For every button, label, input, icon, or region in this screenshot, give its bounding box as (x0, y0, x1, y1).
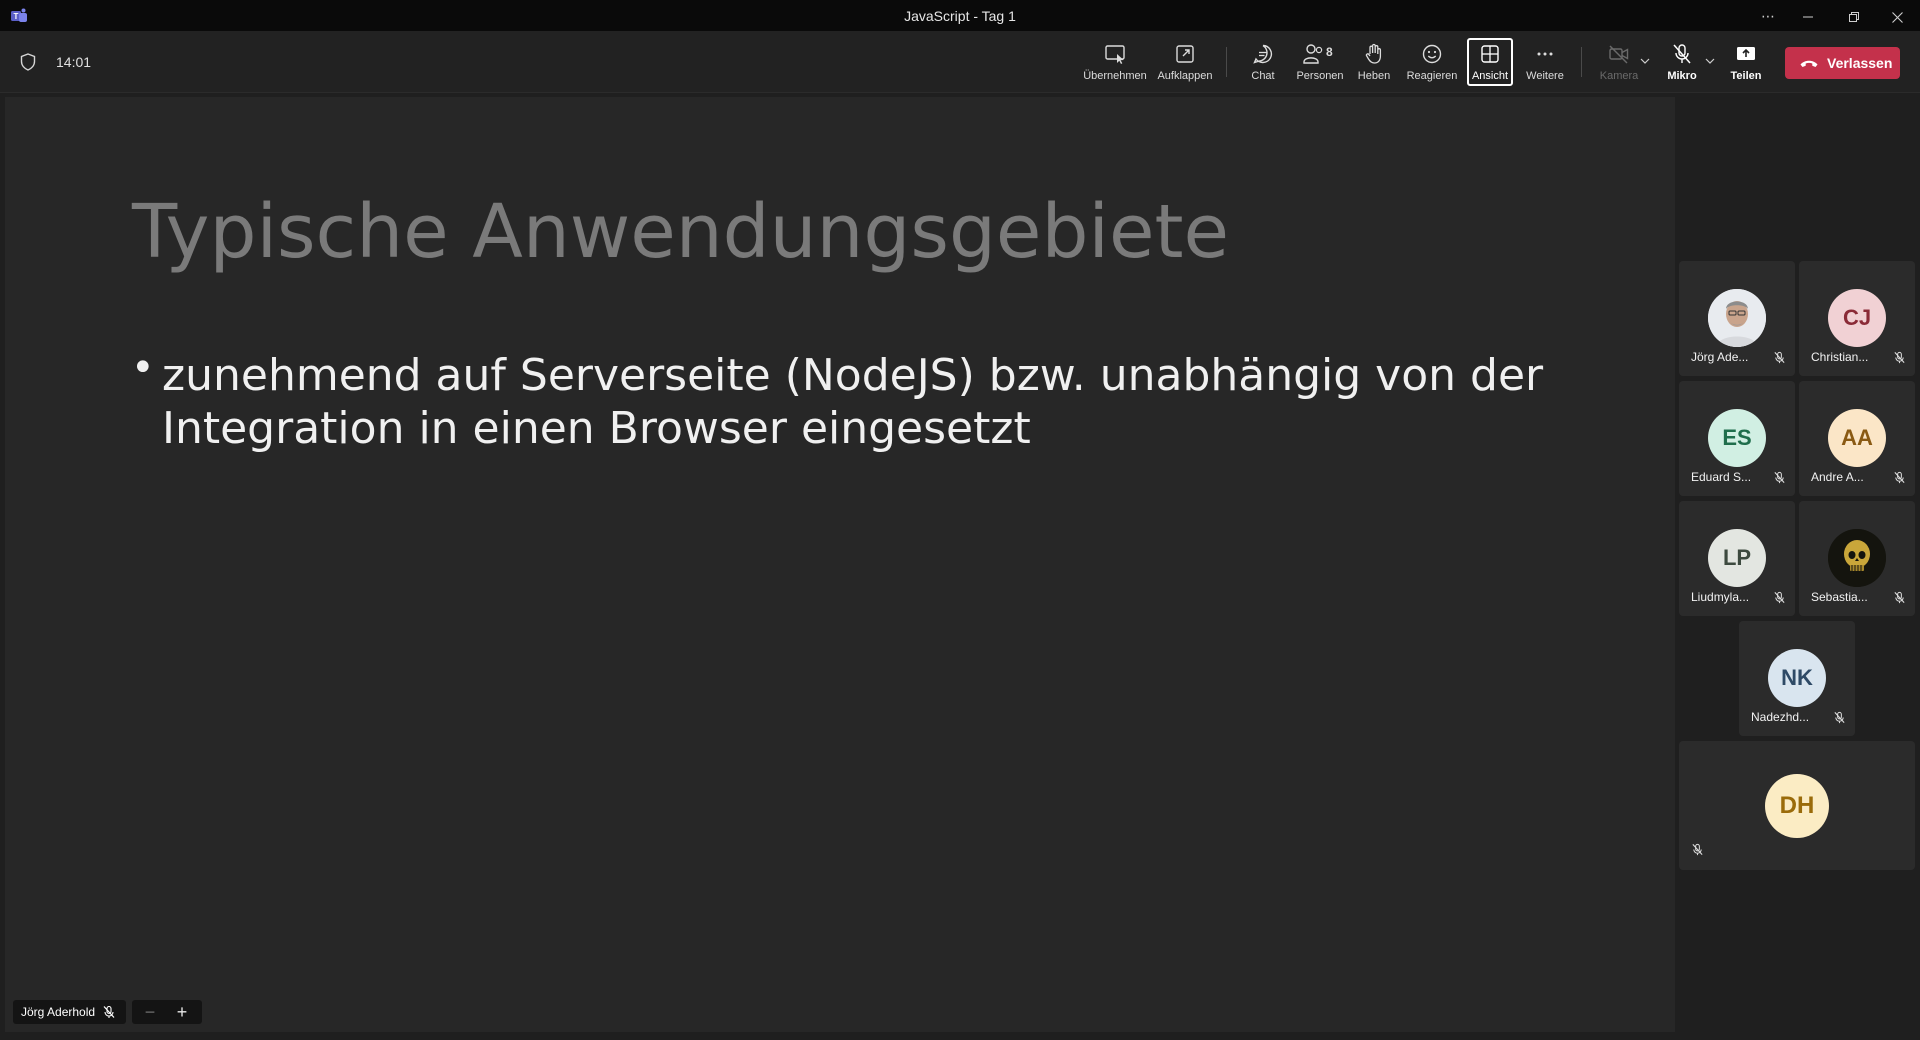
participant-tile[interactable]: NK Nadezhd... (1739, 621, 1855, 736)
mic-muted-icon (103, 1005, 115, 1018)
chat-icon (1253, 44, 1273, 64)
camera-off-icon (1609, 45, 1629, 64)
view-label: Ansicht (1471, 70, 1509, 82)
hang-up-icon (1800, 60, 1818, 67)
mic-muted-icon (1774, 471, 1785, 484)
people-icon (1303, 44, 1323, 64)
participant-name: Liudmyla... (1691, 590, 1750, 604)
pop-out-button[interactable]: Aufklappen (1152, 38, 1218, 86)
participant-name: Andre A... (1811, 470, 1864, 484)
share-label: Teilen (1730, 70, 1762, 82)
take-control-label: Übernehmen (1083, 70, 1147, 82)
toolbar-divider (1581, 47, 1582, 77)
slide-title: Typische Anwendungsgebiete (132, 189, 1230, 275)
participant-name: Eduard S... (1691, 470, 1752, 484)
participant-name: Sebastia... (1811, 590, 1868, 604)
view-button[interactable]: Ansicht (1467, 38, 1513, 86)
people-count: 8 (1326, 45, 1333, 59)
pop-out-label: Aufklappen (1157, 70, 1213, 82)
participant-tile[interactable]: AA Andre A... (1799, 381, 1915, 496)
toolbar-divider (1226, 47, 1227, 77)
shield-icon (20, 53, 36, 71)
camera-options-chevron-icon[interactable] (1640, 57, 1650, 65)
people-button[interactable]: 8 Personen (1292, 38, 1348, 86)
participant-avatar: LP (1708, 529, 1766, 587)
smiley-icon (1422, 44, 1442, 64)
camera-button[interactable]: Kamera (1594, 38, 1644, 86)
participant-avatar: ES (1708, 409, 1766, 467)
raise-hand-label: Heben (1357, 70, 1391, 82)
mic-muted-icon (1692, 843, 1703, 856)
mic-options-chevron-icon[interactable] (1705, 57, 1715, 65)
mic-button[interactable]: Mikro (1657, 38, 1707, 86)
presenter-name-tag: Jörg Aderhold (13, 1000, 127, 1024)
leave-button[interactable]: Verlassen (1785, 47, 1900, 79)
slide-bullet: zunehmend auf Serverseite (NodeJS) bzw. … (162, 350, 1544, 454)
minimize-button[interactable] (1792, 4, 1824, 28)
mic-muted-icon (1774, 591, 1785, 604)
take-control-button[interactable]: Übernehmen (1082, 38, 1148, 86)
mic-muted-icon (1894, 471, 1905, 484)
pop-out-icon (1176, 45, 1194, 63)
zoom-controls: − + (132, 1000, 202, 1024)
mic-off-icon (1673, 44, 1691, 64)
participant-tile[interactable]: CJ Christian... (1799, 261, 1915, 376)
chat-label: Chat (1251, 70, 1275, 82)
skull-avatar-icon (1828, 529, 1886, 587)
participant-name: Nadezhd... (1751, 710, 1810, 724)
react-label: Reagieren (1406, 70, 1458, 82)
chat-button[interactable]: Chat (1238, 38, 1288, 86)
window-title: JavaScript - Tag 1 (904, 8, 1016, 24)
participant-tile[interactable]: LP Liudmyla... (1679, 501, 1795, 616)
mic-muted-icon (1894, 591, 1905, 604)
participant-name: Christian... (1811, 350, 1869, 364)
participant-avatar: NK (1768, 649, 1826, 707)
participant-avatar: DH (1765, 774, 1829, 838)
react-button[interactable]: Reagieren (1402, 38, 1462, 86)
camera-label: Kamera (1599, 70, 1639, 82)
more-horizontal-icon (1537, 52, 1553, 56)
more-label: Weitere (1526, 70, 1564, 82)
raise-hand-icon (1365, 43, 1382, 64)
more-options-icon[interactable]: ⋯ (1752, 4, 1784, 28)
meeting-toolbar: 14:01 Übernehmen Aufklappen Chat 8 Perso… (0, 31, 1920, 93)
participant-photo (1828, 529, 1886, 587)
participant-avatar: CJ (1828, 289, 1886, 347)
person-photo-icon (1708, 289, 1766, 347)
raise-hand-button[interactable]: Heben (1352, 38, 1396, 86)
participant-tile[interactable]: Jörg Ade... (1679, 261, 1795, 376)
zoom-out-button[interactable]: − (135, 1001, 165, 1023)
title-bar: T JavaScript - Tag 1 ⋯ (0, 0, 1920, 31)
more-button[interactable]: Weitere (1520, 38, 1570, 86)
share-screen-icon (1737, 47, 1755, 60)
self-view-tile[interactable]: DH (1679, 741, 1915, 870)
presenter-name: Jörg Aderhold (21, 1005, 96, 1019)
grid-view-icon (1481, 45, 1499, 63)
participant-avatar: AA (1828, 409, 1886, 467)
mic-muted-icon (1834, 711, 1845, 724)
mic-muted-icon (1774, 351, 1785, 364)
bullet-marker: • (131, 345, 155, 391)
people-label: Personen (1296, 70, 1344, 82)
mic-muted-icon (1894, 351, 1905, 364)
share-button[interactable]: Teilen (1722, 38, 1770, 86)
restore-button[interactable] (1838, 4, 1870, 28)
participant-name: Jörg Ade... (1691, 350, 1749, 364)
take-control-icon (1105, 45, 1125, 64)
close-window-button[interactable] (1881, 4, 1913, 28)
participant-tile[interactable]: ES Eduard S... (1679, 381, 1795, 496)
mic-label: Mikro (1667, 70, 1697, 82)
shared-slide-stage: Typische Anwendungsgebiete • zunehmend a… (5, 97, 1675, 1032)
zoom-in-button[interactable]: + (167, 1001, 197, 1023)
participant-tile[interactable]: Sebastia... (1799, 501, 1915, 616)
participant-photo (1708, 289, 1766, 347)
leave-label: Verlassen (1827, 55, 1893, 71)
meeting-timer: 14:01 (56, 54, 92, 70)
